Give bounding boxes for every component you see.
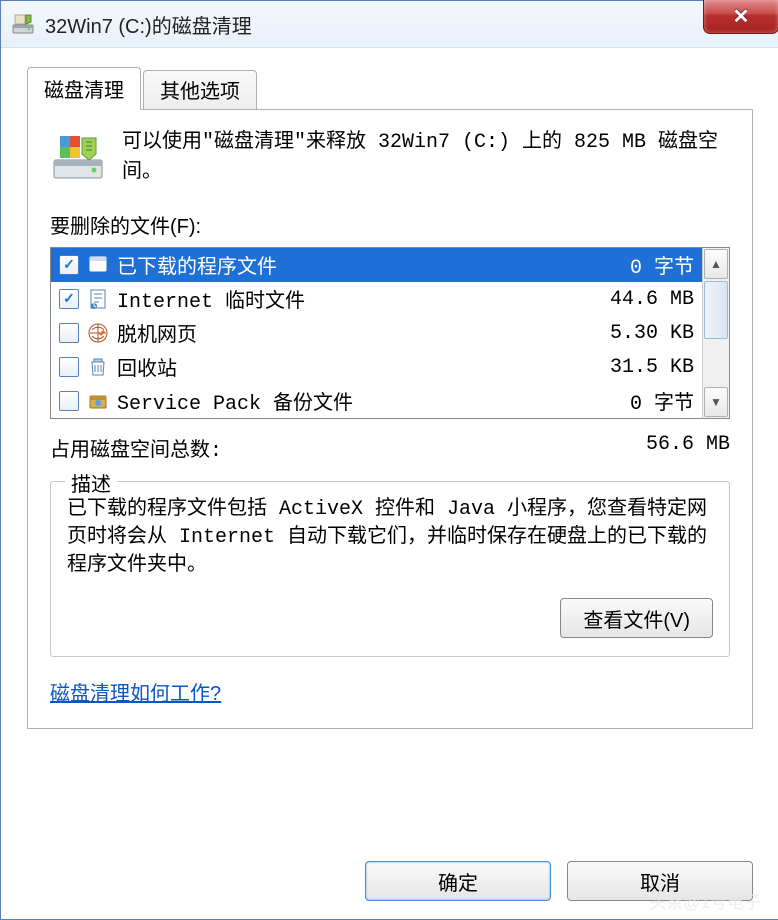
file-row[interactable]: 脱机网页5.30 KB bbox=[51, 316, 702, 350]
help-link[interactable]: 磁盘清理如何工作? bbox=[50, 677, 221, 706]
close-icon: ✕ bbox=[733, 4, 750, 29]
file-type-icon bbox=[87, 254, 109, 276]
scroll-track[interactable] bbox=[703, 340, 729, 386]
file-checkbox[interactable] bbox=[59, 289, 79, 309]
file-size: 44.6 MB bbox=[610, 288, 694, 311]
file-row[interactable]: 回收站31.5 KB bbox=[51, 350, 702, 384]
description-legend: 描述 bbox=[65, 468, 117, 497]
ok-button[interactable]: 确定 bbox=[365, 861, 551, 901]
tab-cleanup[interactable]: 磁盘清理 bbox=[27, 67, 141, 110]
scroll-up-button[interactable]: ▲ bbox=[704, 249, 728, 279]
file-size: 5.30 KB bbox=[610, 322, 694, 345]
scroll-thumb[interactable] bbox=[704, 281, 728, 339]
total-value: 56.6 MB bbox=[646, 433, 730, 463]
file-checkbox[interactable] bbox=[59, 391, 79, 411]
file-checkbox[interactable] bbox=[59, 357, 79, 377]
file-type-icon bbox=[87, 356, 109, 378]
scrollbar[interactable]: ▲ ▼ bbox=[702, 248, 729, 418]
file-name: 脱机网页 bbox=[117, 318, 610, 348]
file-name: 回收站 bbox=[117, 352, 610, 382]
file-name: Service Pack 备份文件 bbox=[117, 386, 630, 416]
files-to-delete-label: 要删除的文件(F): bbox=[50, 210, 730, 239]
file-size: 0 字节 bbox=[630, 386, 694, 416]
file-type-icon bbox=[87, 322, 109, 344]
file-checkbox[interactable] bbox=[59, 255, 79, 275]
disk-cleanup-window: 32Win7 (C:)的磁盘清理 ✕ 磁盘清理 其他选项 bbox=[0, 0, 778, 920]
file-size: 31.5 KB bbox=[610, 356, 694, 379]
total-label: 占用磁盘空间总数: bbox=[50, 433, 222, 463]
view-files-button[interactable]: 查看文件(V) bbox=[560, 598, 713, 638]
description-group: 描述 已下载的程序文件包括 ActiveX 控件和 Java 小程序，您查看特定… bbox=[50, 481, 730, 657]
dialog-footer: 确定 取消 bbox=[365, 861, 753, 901]
tab-panel: 可以使用"磁盘清理"来释放 32Win7 (C:) 上的 825 MB 磁盘空间… bbox=[27, 109, 753, 729]
intro-text: 可以使用"磁盘清理"来释放 32Win7 (C:) 上的 825 MB 磁盘空间… bbox=[122, 128, 730, 188]
file-checkbox[interactable] bbox=[59, 323, 79, 343]
files-listbox[interactable]: 已下载的程序文件0 字节Internet 临时文件44.6 MB脱机网页5.30… bbox=[50, 247, 730, 419]
drive-cleanup-icon bbox=[50, 128, 106, 184]
tab-strip: 磁盘清理 其他选项 bbox=[27, 67, 753, 110]
file-size: 0 字节 bbox=[630, 250, 694, 280]
file-name: Internet 临时文件 bbox=[117, 284, 610, 314]
file-name: 已下载的程序文件 bbox=[117, 250, 630, 280]
close-button[interactable]: ✕ bbox=[703, 0, 778, 34]
total-row: 占用磁盘空间总数: 56.6 MB bbox=[50, 433, 730, 463]
file-row[interactable]: Internet 临时文件44.6 MB bbox=[51, 282, 702, 316]
file-row[interactable]: 已下载的程序文件0 字节 bbox=[51, 248, 702, 282]
window-title: 32Win7 (C:)的磁盘清理 bbox=[45, 10, 252, 39]
file-type-icon bbox=[87, 390, 109, 412]
description-text: 已下载的程序文件包括 ActiveX 控件和 Java 小程序，您查看特定网页时… bbox=[67, 496, 713, 580]
title-bar[interactable]: 32Win7 (C:)的磁盘清理 ✕ bbox=[1, 1, 778, 48]
tab-more-options[interactable]: 其他选项 bbox=[143, 70, 257, 113]
cancel-button[interactable]: 取消 bbox=[567, 861, 753, 901]
intro-row: 可以使用"磁盘清理"来释放 32Win7 (C:) 上的 825 MB 磁盘空间… bbox=[50, 128, 730, 188]
scroll-down-button[interactable]: ▼ bbox=[704, 387, 728, 417]
disk-cleanup-icon bbox=[11, 12, 35, 36]
file-type-icon bbox=[87, 288, 109, 310]
file-row[interactable]: Service Pack 备份文件0 字节 bbox=[51, 384, 702, 418]
